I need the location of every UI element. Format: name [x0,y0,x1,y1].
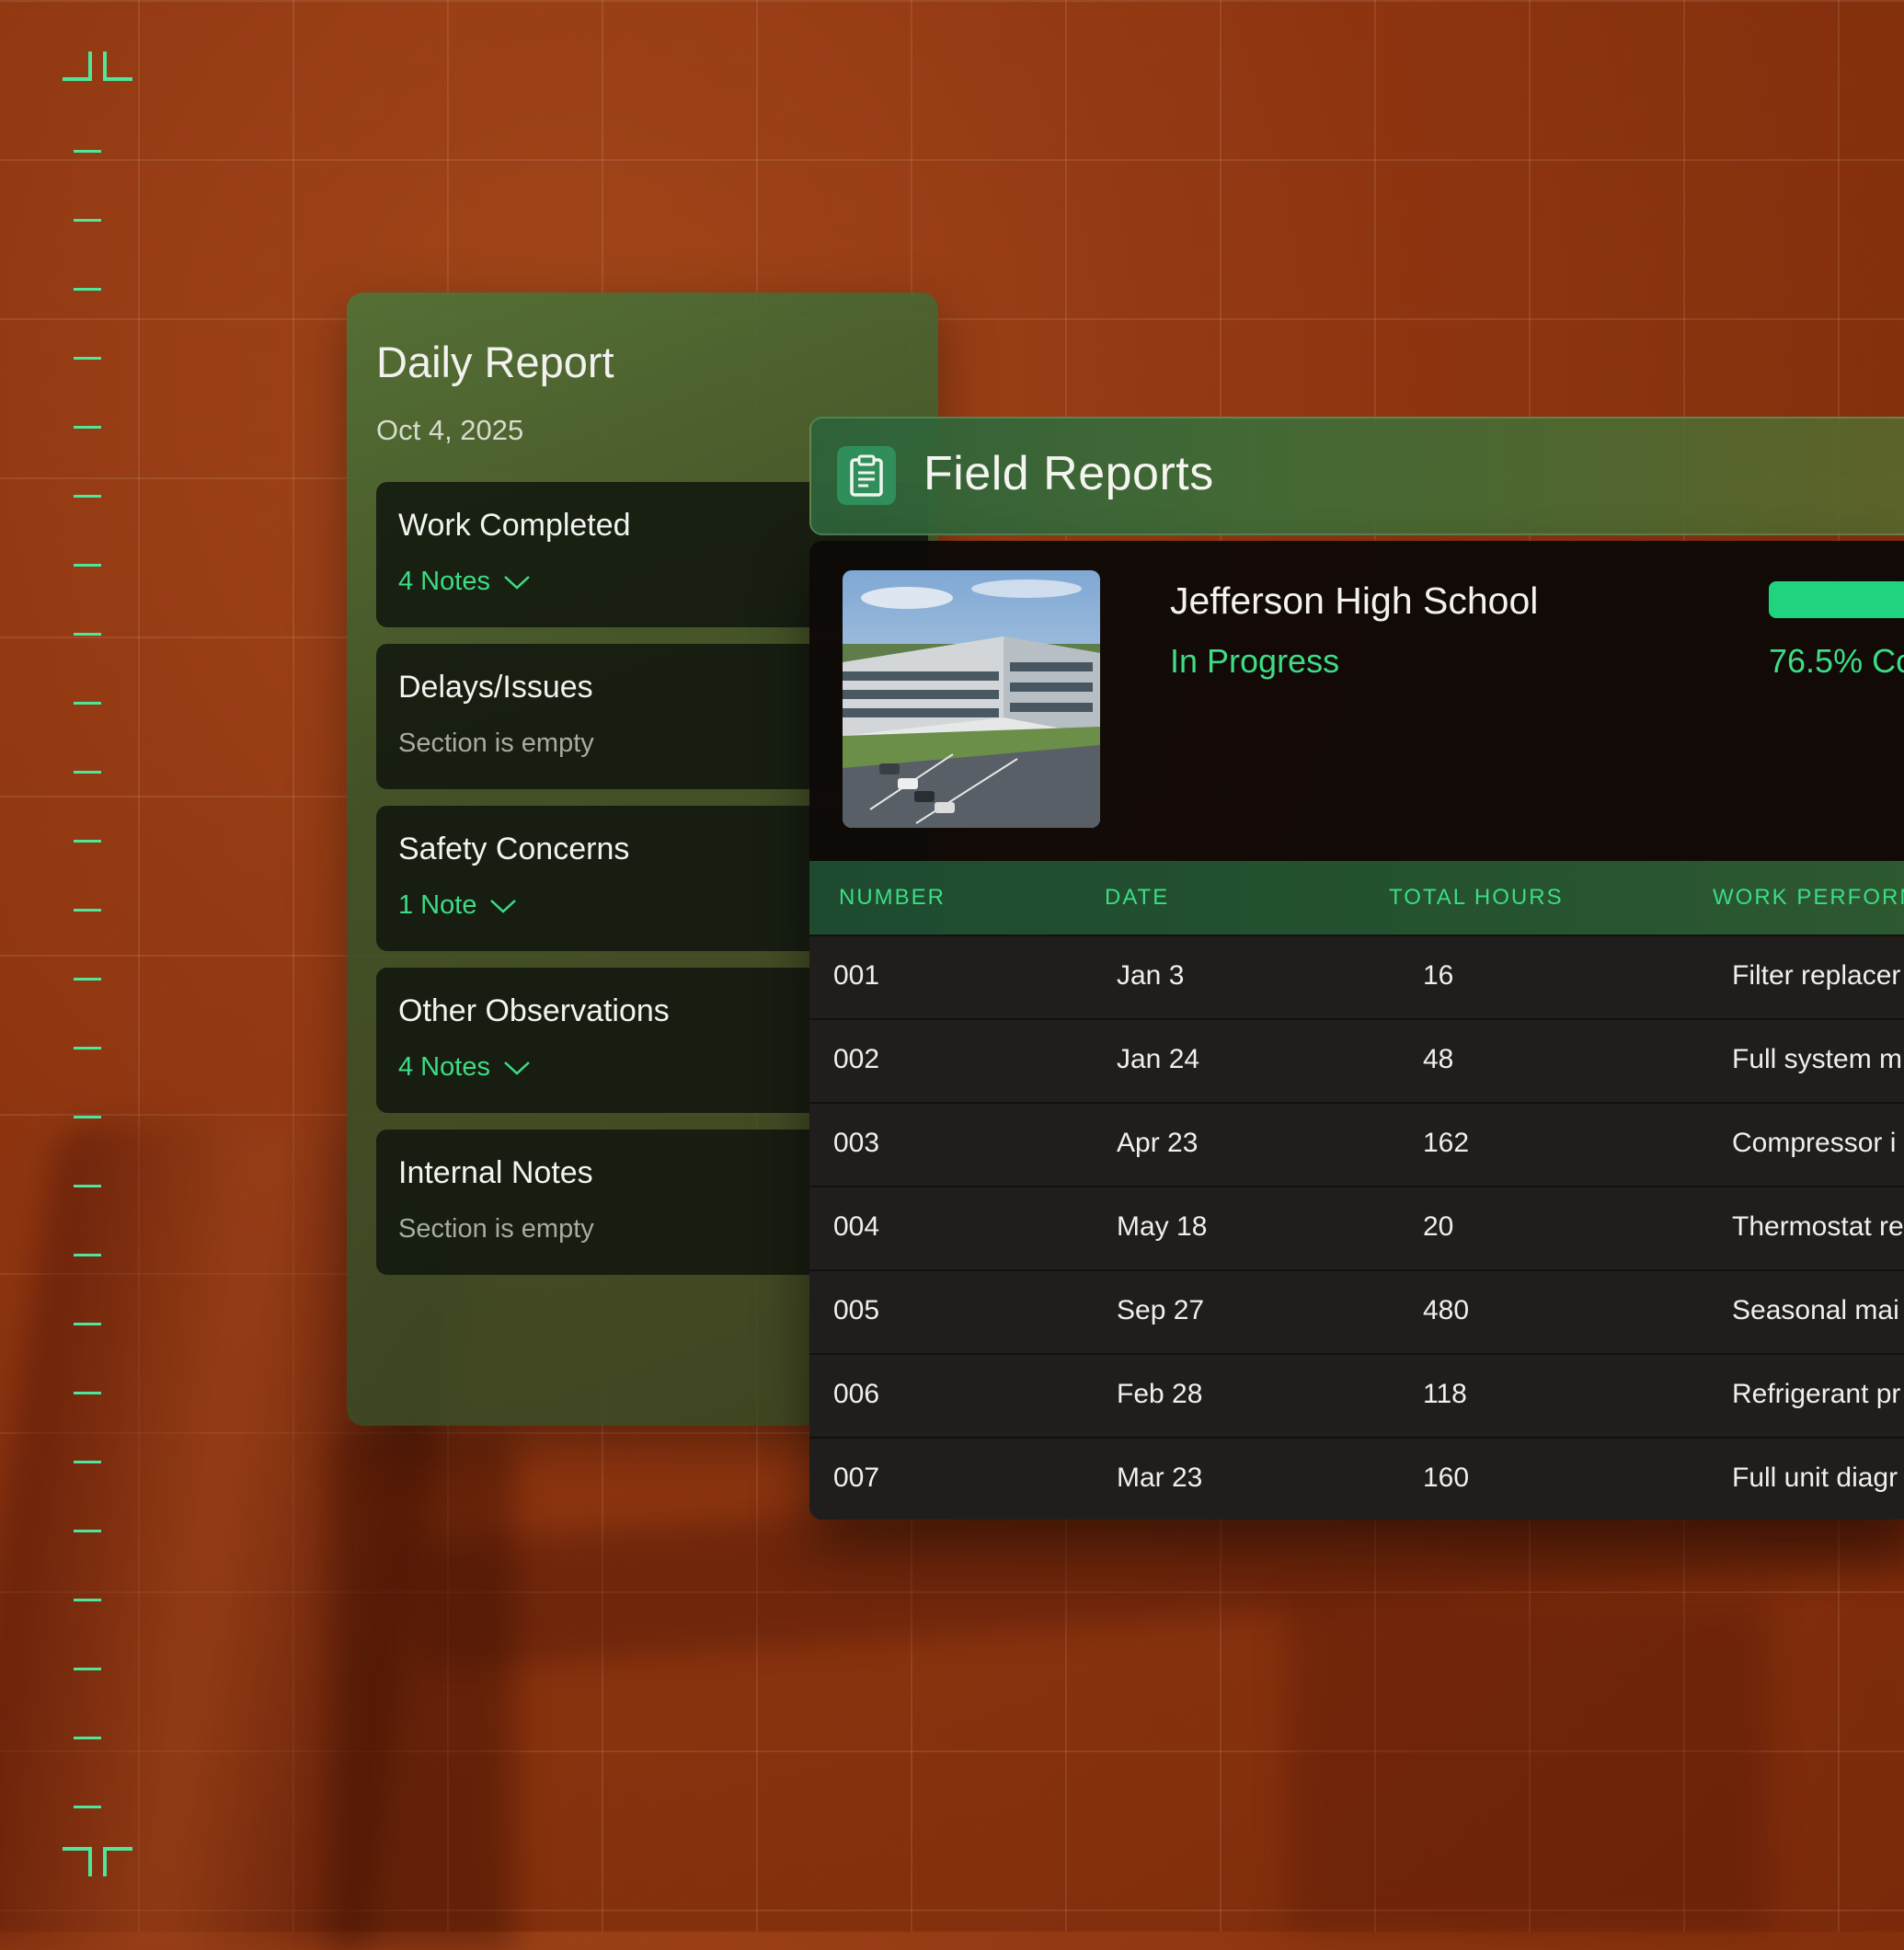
ruler-tick [74,1737,101,1739]
notes-count: 1 Note [398,890,477,920]
ruler-tick [74,1806,101,1808]
cell-total-hours: 480 [1423,1295,1470,1325]
section-empty-text: Section is empty [398,1214,594,1244]
ruler-tick [74,495,101,498]
ruler-tick [74,1185,101,1187]
corner-bottom-right-icon [103,1847,132,1876]
cell-number: 002 [833,1044,880,1074]
notes-count: 4 Notes [398,567,490,596]
cell-number: 006 [833,1379,880,1409]
column-header-total-hours[interactable]: TOTAL HOURS [1389,885,1564,911]
project-name: Jefferson High School [1170,579,1539,622]
section-title: Work Completed [398,508,631,543]
notes-toggle[interactable]: 4 Notes [398,567,531,597]
ruler-tick [74,1392,101,1394]
ruler-tick [74,357,101,360]
ruler-tick [74,1461,101,1463]
ruler-tick [74,1323,101,1325]
table-row[interactable]: 003 Apr 23 162 Compressor i [809,1102,1904,1186]
ruler-tick [74,702,101,705]
cell-total-hours: 118 [1423,1379,1467,1409]
corner-top-right-icon [103,52,132,81]
cell-date: Feb 28 [1117,1379,1203,1409]
project-status: In Progress [1170,642,1340,680]
cell-work-performed: Filter replacer [1732,960,1901,991]
cell-work-performed: Thermostat re [1732,1211,1904,1242]
cell-work-performed: Full system m [1732,1044,1903,1074]
cell-number: 001 [833,960,880,991]
cell-total-hours: 160 [1423,1462,1470,1493]
ruler-tick [74,288,101,291]
background-silo-base [331,1435,515,1950]
section-title: Internal Notes [398,1155,593,1190]
cell-number: 004 [833,1211,880,1242]
ruler-tick [74,909,101,912]
cell-number: 003 [833,1128,880,1158]
cell-total-hours: 16 [1423,960,1454,991]
ruler-tick [74,219,101,222]
clipboard-icon [837,446,896,505]
cell-date: Apr 23 [1117,1128,1199,1158]
table-row[interactable]: 006 Feb 28 118 Refrigerant pr [809,1353,1904,1437]
project-building-image [843,570,1100,828]
ruler-tick [74,1047,101,1050]
field-reports-title: Field Reports [923,447,1214,500]
column-header-date[interactable]: DATE [1105,885,1169,911]
ruler-tick [74,840,101,843]
chevron-down-icon [504,1061,530,1075]
cell-date: Sep 27 [1117,1295,1205,1325]
ruler-tick [74,1530,101,1532]
cell-work-performed: Seasonal mai [1732,1295,1899,1325]
column-header-number[interactable]: NUMBER [839,885,946,911]
ruler-tick [74,633,101,636]
ruler-tick [74,564,101,567]
field-reports-header: Field Reports [809,417,1904,535]
cell-number: 005 [833,1295,880,1325]
cell-date: May 18 [1117,1211,1208,1242]
cell-work-performed: Refrigerant pr [1732,1379,1901,1409]
corner-bottom-left-icon [63,1847,92,1876]
cell-work-performed: Full unit diagr [1732,1462,1898,1493]
cell-total-hours: 20 [1423,1211,1454,1242]
field-reports-panel: Jefferson High School In Progress 76.5% … [809,541,1904,1520]
chevron-down-icon [490,899,517,913]
ruler-tick [74,1599,101,1601]
chevron-down-icon [504,575,530,590]
daily-report-title: Daily Report [376,338,614,386]
ruler-tick [74,978,101,981]
section-title: Delays/Issues [398,670,593,705]
corner-top-left-icon [63,52,92,81]
cell-total-hours: 48 [1423,1044,1454,1074]
cell-date: Jan 3 [1117,960,1185,991]
ruler-tick [74,771,101,774]
table-row[interactable]: 001 Jan 3 16 Filter replacer [809,935,1904,1018]
notes-toggle[interactable]: 1 Note [398,890,517,921]
progress-bar [1769,581,1904,618]
progress-label: 76.5% Co [1769,642,1904,680]
ruler-tick [74,426,101,429]
table-row[interactable]: 005 Sep 27 480 Seasonal mai [809,1269,1904,1353]
table-row[interactable]: 002 Jan 24 48 Full system m [809,1018,1904,1102]
section-title: Safety Concerns [398,832,630,866]
cell-number: 007 [833,1462,880,1493]
daily-report-date: Oct 4, 2025 [376,414,524,446]
notes-count: 4 Notes [398,1052,490,1082]
cell-total-hours: 162 [1423,1128,1470,1158]
cell-date: Jan 24 [1117,1044,1200,1074]
cell-work-performed: Compressor i [1732,1128,1897,1158]
progress-bar-fill [1769,581,1904,618]
cell-date: Mar 23 [1117,1462,1203,1493]
column-header-work-performed[interactable]: WORK PERFORM [1713,885,1904,911]
section-empty-text: Section is empty [398,728,594,758]
ruler-tick [74,1116,101,1118]
ruler-tick [74,150,101,153]
table-header-row: NUMBER DATE TOTAL HOURS WORK PERFORM [809,861,1904,935]
background-support [1288,1600,1766,1932]
ruler-tick [74,1668,101,1670]
ruler-tick [74,1254,101,1256]
table-row[interactable]: 007 Mar 23 160 Full unit diagr [809,1437,1904,1520]
table-row[interactable]: 004 May 18 20 Thermostat re [809,1186,1904,1269]
notes-toggle[interactable]: 4 Notes [398,1052,531,1083]
section-title: Other Observations [398,993,670,1028]
